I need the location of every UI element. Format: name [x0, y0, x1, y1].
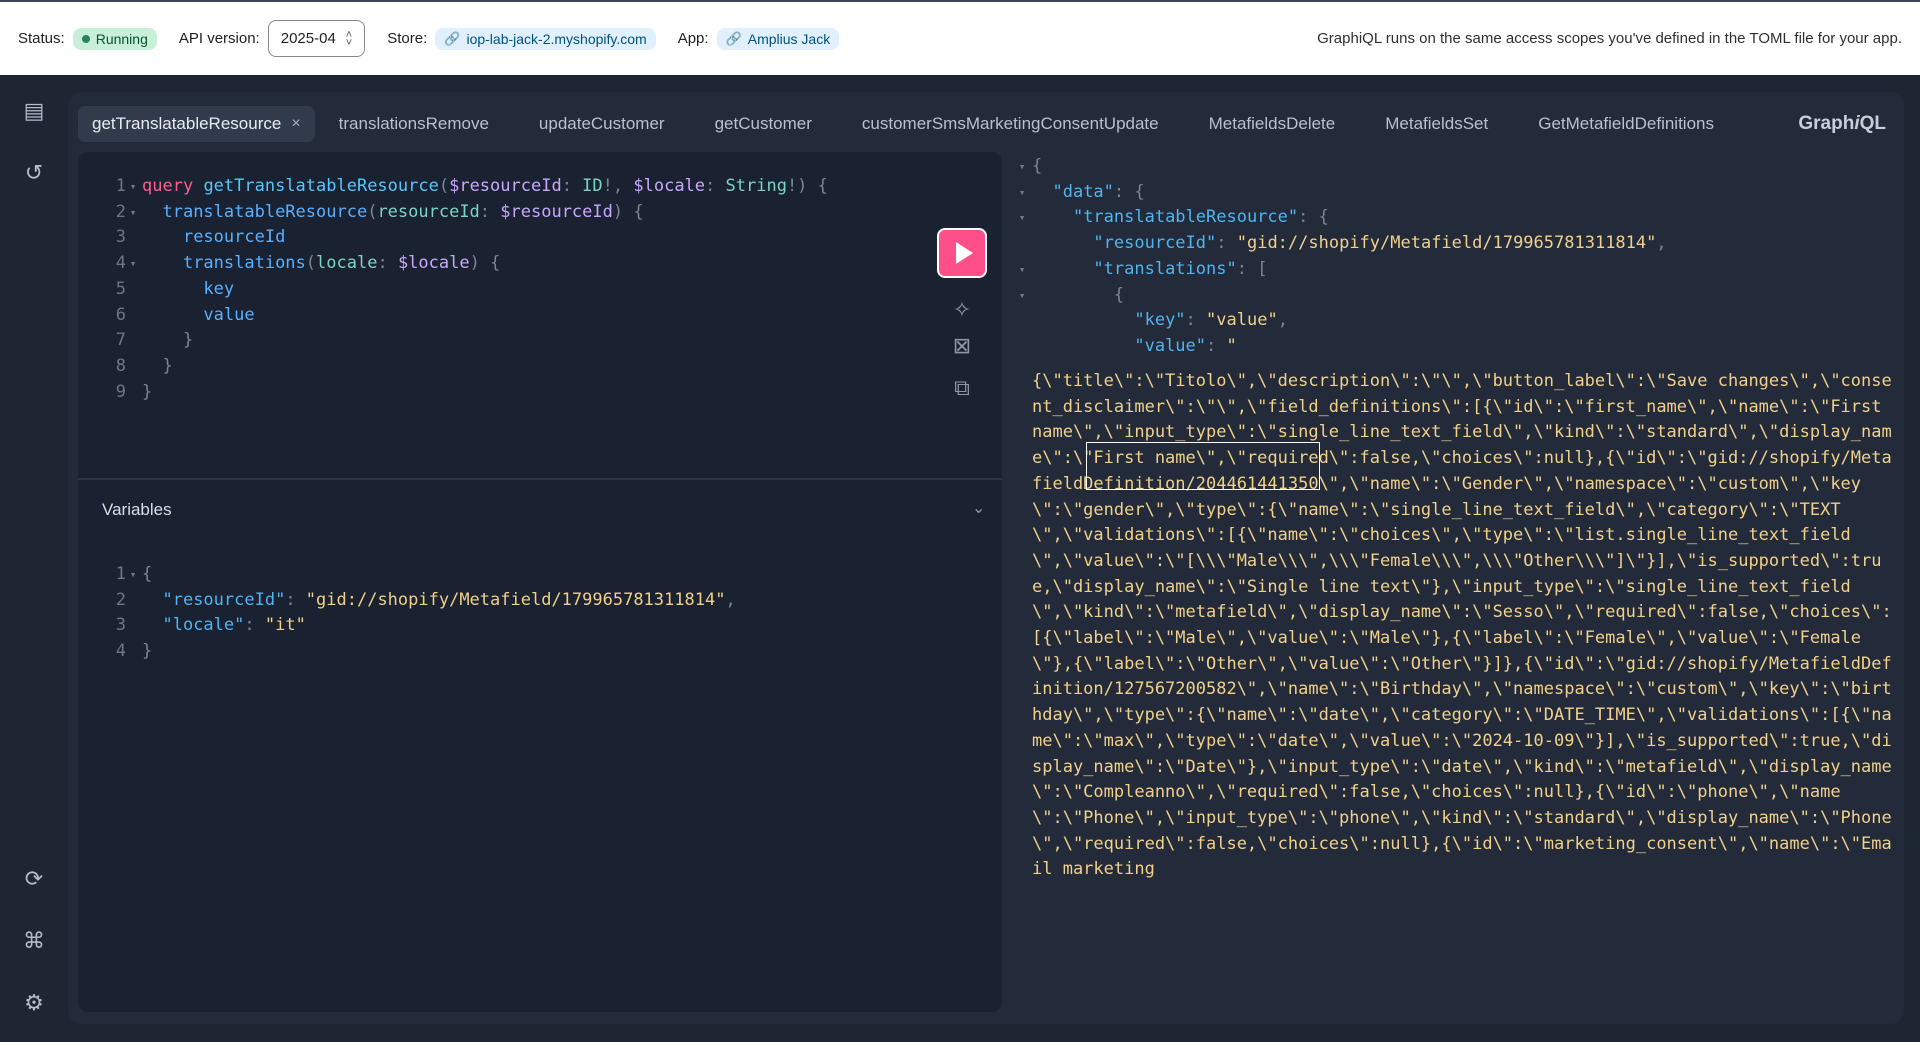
tab-getCustomer[interactable]: getCustomer: [701, 106, 826, 142]
store-link[interactable]: 🔗 iop-lab-jack-2.myshopify.com: [435, 27, 656, 50]
query-code[interactable]: 1 ▾ query getTranslatableResource($resourc…: [78, 174, 828, 405]
var-value-resourceId: "gid://shopify/Metafield/179965781311814…: [305, 589, 726, 610]
store-label: Store:: [387, 30, 428, 47]
status-value: Running: [95, 30, 148, 47]
status-dot-icon: [81, 34, 90, 43]
tab-bar: getTranslatableResource × translationsRe…: [78, 104, 1894, 144]
sidebar: ▤ ↺ ⟳ ⌘ ⚙: [0, 75, 68, 1042]
tab-translationsRemove[interactable]: translationsRemove: [325, 106, 503, 142]
play-icon: [955, 242, 973, 264]
tab-getTranslatableResource[interactable]: getTranslatableResource ×: [78, 106, 315, 142]
docs-icon[interactable]: ▤: [20, 97, 48, 125]
store-value: iop-lab-jack-2.myshopify.com: [466, 30, 647, 47]
prettify-icon[interactable]: ✧: [948, 296, 976, 324]
merge-fragments-icon[interactable]: ⊠: [948, 332, 976, 360]
var-key-locale: "locale": [162, 615, 245, 636]
chevron-down-icon[interactable]: ⌄: [972, 498, 985, 518]
status-label: Status:: [18, 30, 65, 47]
link-icon: 🔗: [725, 30, 742, 46]
tab-MetafieldsSet[interactable]: MetafieldsSet: [1371, 106, 1502, 142]
response-viewer[interactable]: ▾{ ▾ "data": { ▾ "translatableResource":…: [1012, 152, 1894, 1012]
app-link[interactable]: 🔗 Amplius Jack: [716, 27, 840, 50]
api-version-value: 2025-04: [280, 30, 336, 47]
api-version-select[interactable]: 2025-04 ˄ ˅: [267, 20, 366, 57]
var-value-locale: "it": [264, 615, 306, 636]
scopes-note: GraphiQL runs on the same access scopes …: [1317, 30, 1902, 47]
link-icon: 🔗: [444, 30, 461, 46]
tab-MetafieldsDelete[interactable]: MetafieldsDelete: [1195, 106, 1350, 142]
tab-label: getTranslatableResource: [92, 114, 282, 133]
variables-heading[interactable]: Variables: [102, 500, 172, 520]
response-json: ▾{ ▾ "data": { ▾ "translatableResource":…: [1018, 156, 1667, 356]
app-value: Amplius Jack: [747, 30, 831, 47]
variables-editor[interactable]: 1 ▾{ 2 "resourceId": "gid://shopify/Metaf…: [78, 562, 736, 665]
graphiql-panel: getTranslatableResource × translationsRe…: [68, 92, 1904, 1024]
tab-GetMetafieldDefinitions[interactable]: GetMetafieldDefinitions: [1524, 106, 1728, 142]
execute-query-button[interactable]: [937, 228, 987, 278]
tab-customerSmsMarketingConsentUpdate[interactable]: customerSmsMarketingConsentUpdate: [848, 106, 1173, 142]
query-editor[interactable]: 1 ▾ query getTranslatableResource($resourc…: [78, 152, 1002, 1012]
status-bar: Status: Running API version: 2025-04 ˄ ˅ …: [0, 0, 1920, 75]
shortcuts-icon[interactable]: ⌘: [20, 927, 48, 955]
app-label: App:: [677, 30, 709, 47]
settings-icon[interactable]: ⚙: [20, 989, 48, 1017]
status-badge: Running: [72, 27, 157, 50]
refetch-schema-icon[interactable]: ⟳: [20, 865, 48, 893]
highlight-box: [1086, 442, 1320, 490]
history-icon[interactable]: ↺: [20, 159, 48, 187]
api-version-label: API version:: [178, 30, 260, 47]
copy-icon[interactable]: ⧉: [948, 374, 976, 402]
graphiql-logo: GraphiQL: [1798, 113, 1886, 134]
chevron-up-down-icon: ˄ ˅: [345, 28, 353, 49]
var-key-resourceId: "resourceId": [162, 589, 286, 610]
close-icon[interactable]: ×: [291, 115, 300, 133]
tab-updateCustomer[interactable]: updateCustomer: [525, 106, 679, 142]
editor-divider: [78, 478, 1002, 480]
